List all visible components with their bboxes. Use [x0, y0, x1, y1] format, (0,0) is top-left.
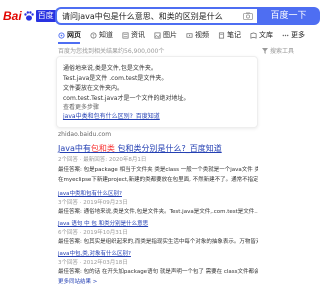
- result-meta: 2个回答 · 最新回答: 2020年8月1日: [58, 157, 147, 163]
- tab-web[interactable]: 网页: [58, 29, 81, 41]
- related-question-link[interactable]: Java 语句 中 包 和类分别是什么意思: [58, 219, 258, 227]
- filter-icon: [262, 47, 268, 54]
- more-site-results-link[interactable]: 更多同站结果 >: [58, 277, 258, 285]
- search-tools-button[interactable]: 搜索工具: [262, 46, 294, 55]
- tab-news[interactable]: 资讯: [122, 29, 145, 41]
- related-question-link[interactable]: java中类和包有什么区别?: [58, 189, 258, 197]
- logo-text: Bai: [3, 9, 22, 23]
- image-icon: [154, 32, 161, 38]
- answer-line: com.test.Test.java才是一个文件的绝对地址。: [63, 95, 190, 102]
- camera-icon[interactable]: [243, 12, 253, 20]
- answer-line: 通俗地来说,类是文件,包是文件夹。: [63, 65, 157, 72]
- tab-zhidao[interactable]: ? 知道: [90, 29, 113, 41]
- tab-more[interactable]: 更多: [282, 29, 305, 41]
- search-tabs: 网页 ? 知道 资讯 图片 视频 笔记 文库 更多: [58, 29, 314, 41]
- paw-icon: [23, 11, 34, 21]
- featured-answer-card: 通俗地来说,类是文件,包是文件夹。 Test.java是文件 .com.test…: [56, 56, 258, 128]
- more-icon: [282, 34, 289, 36]
- baidu-logo[interactable]: Bai 百度: [3, 8, 56, 24]
- answer-line: Test.java是文件 .com.test是文件夹。: [63, 75, 168, 82]
- header: Bai 百度 请问java中包是什么意思、和类的区别是什么 百度一下: [0, 0, 320, 32]
- video-icon: [186, 32, 193, 38]
- related-question-snippet: 最佳答案: 通俗地来说,类是文件,包是文件夹。Test.java是文件,.com…: [58, 209, 258, 215]
- result-count: 百度为您找到相关结果约56,900,000个: [58, 48, 165, 55]
- active-tab-indicator: [58, 42, 80, 44]
- logo-du: 百度: [35, 10, 56, 22]
- related-question-snippet: 最佳答案: 包的话 在开头加package语句 就是声明一个包了 需要在 cla…: [58, 269, 258, 275]
- news-icon: [122, 32, 129, 38]
- result-snippet: 最佳答案: 包是package 相当于文件夹 类是class 一般一个类就是一个…: [58, 167, 258, 173]
- web-icon: [58, 31, 65, 39]
- search-query[interactable]: 请问java中包是什么意思、和类的区别是什么: [62, 11, 223, 22]
- search-result: Java中有包和类 包和类分别是什么?_百度知道 2个回答 · 最新回答: 20…: [58, 143, 258, 285]
- answer-source-link[interactable]: java中类和包有什么区别?_百度知道: [63, 111, 160, 120]
- answer-source-domain: zhidao.baidu.com: [58, 131, 112, 138]
- related-question-snippet: 最佳答案: 包其实是组织起来的,而类是指现实生活中每个对象的抽象表示。万物皆对.…: [58, 239, 258, 245]
- related-question-link[interactable]: java中包,类,对象有什么区别?: [58, 249, 258, 257]
- search-input[interactable]: 请问java中包是什么意思、和类的区别是什么: [55, 7, 257, 25]
- result-snippet: 在myeclipse下新建project,新建的类都要放在包里面, 不然新建不了…: [58, 177, 258, 183]
- search-button[interactable]: 百度一下: [257, 7, 320, 25]
- tab-image[interactable]: 图片: [154, 29, 177, 41]
- zhidao-icon: ?: [90, 32, 97, 39]
- note-icon: [218, 32, 225, 38]
- related-question-meta: 3个回答 · 2012年03月18日: [58, 260, 128, 266]
- result-title-link[interactable]: Java中有包和类 包和类分别是什么?_百度知道: [58, 143, 258, 154]
- tab-video[interactable]: 视频: [186, 29, 209, 41]
- tab-wenku[interactable]: 文库: [250, 29, 273, 41]
- tab-note[interactable]: 笔记: [218, 29, 241, 41]
- wenku-icon: [250, 32, 257, 39]
- more-steps-link[interactable]: 查看更多步骤: [63, 102, 99, 111]
- related-question-meta: 6个回答 · 2019年10月31日: [58, 230, 128, 236]
- related-question-meta: 3个回答 · 2019年09月23日: [58, 200, 128, 206]
- answer-line: 文件要放在文件夹内。: [63, 85, 124, 92]
